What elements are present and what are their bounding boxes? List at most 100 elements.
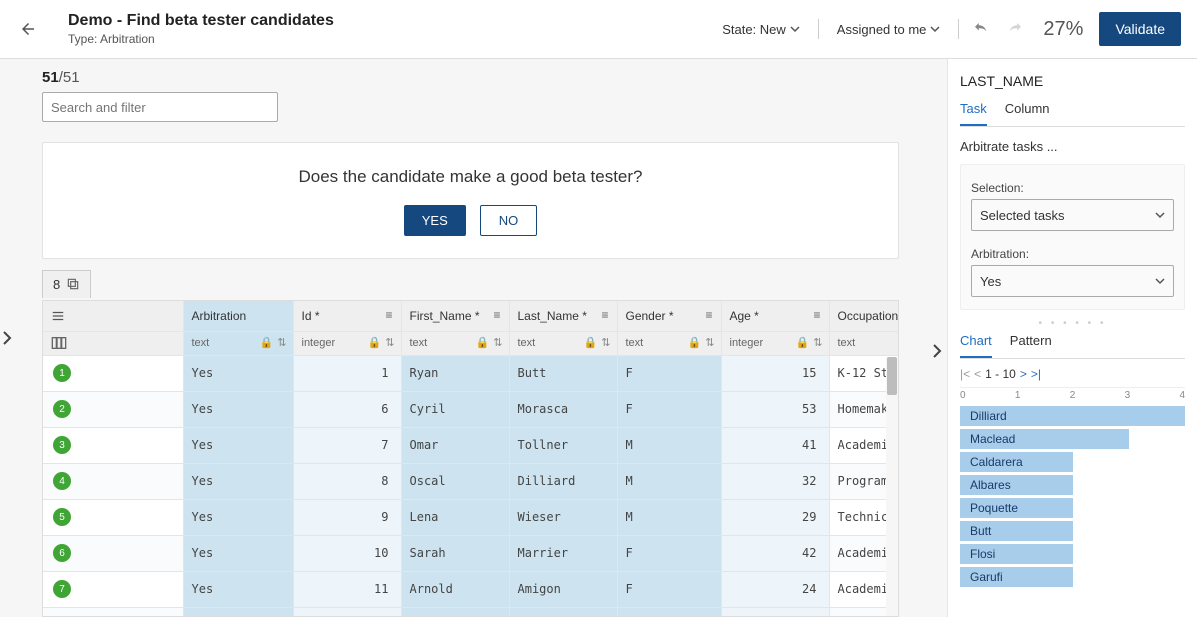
record-count: 51/51	[42, 69, 899, 86]
cell-id: 9	[293, 499, 401, 535]
chart-bar-label: Poquette	[960, 501, 1018, 515]
title-block: Demo - Find beta tester candidates Type:…	[56, 12, 714, 46]
col-type-first-name: text🔒⇅	[401, 331, 509, 355]
row-index-cell: 2	[43, 391, 183, 427]
chart-bar-row[interactable]: Flosi	[960, 543, 1185, 565]
cell-last-name: Caldarera	[509, 607, 617, 617]
arrow-left-icon	[19, 20, 37, 38]
vertical-scrollbar[interactable]	[886, 357, 898, 616]
table-row[interactable]: 5Yes9LenaWieserM29Technica	[43, 499, 899, 535]
chart-bar-row[interactable]: Dilliard	[960, 405, 1185, 427]
table-row[interactable]: 6Yes10SarahMarrierF42Academic	[43, 535, 899, 571]
columns-icon[interactable]	[51, 336, 67, 350]
cell-gender: F	[617, 391, 721, 427]
chart-bar-row[interactable]: Albares	[960, 474, 1185, 496]
arbitration-dropdown[interactable]: Yes	[971, 265, 1174, 297]
chart-bar-row[interactable]: Butt	[960, 520, 1185, 542]
sort-icon[interactable]: ⇅	[705, 336, 714, 349]
cell-gender: M	[617, 463, 721, 499]
cell-last-name: Marrier	[509, 535, 617, 571]
state-dropdown[interactable]: State: New	[714, 22, 808, 37]
cell-age: 45	[721, 607, 829, 617]
chart-bar-row[interactable]: Caldarera	[960, 451, 1185, 473]
search-input[interactable]	[42, 92, 278, 122]
col-header-first-name[interactable]: First_Name *≡	[401, 301, 509, 331]
row-badge: 4	[53, 472, 71, 490]
chart-bar-row[interactable]: Garufi	[960, 566, 1185, 588]
row-index-cell: 4	[43, 463, 183, 499]
selection-dropdown[interactable]: Selected tasks	[971, 199, 1174, 231]
expand-right-button[interactable]	[932, 344, 942, 358]
data-table: Arbitration Id *≡ First_Name *≡ Last_Nam…	[43, 301, 899, 617]
tab-selected-count[interactable]: 8	[42, 270, 91, 298]
drag-handle[interactable]: • • • • • •	[960, 318, 1185, 329]
page-first-button[interactable]: |<	[960, 367, 970, 381]
col-type-last-name: text🔒⇅	[509, 331, 617, 355]
column-menu-icon[interactable]: ≡	[385, 308, 392, 322]
selection-label: Selection:	[971, 181, 1174, 195]
progress-percent: 27%	[1037, 18, 1089, 41]
col-header-id[interactable]: Id *≡	[293, 301, 401, 331]
page-prev-button[interactable]: <	[974, 367, 981, 381]
tab-column[interactable]: Column	[1005, 101, 1050, 126]
chart-bar-row[interactable]: Maclead	[960, 428, 1185, 450]
column-menu-icon[interactable]: ≡	[813, 308, 820, 322]
answer-no-button[interactable]: NO	[480, 205, 538, 236]
table-row[interactable]: 8Yes13AmadeusCaldareraM45Academic	[43, 607, 899, 617]
table-row[interactable]: 2Yes6CyrilMorascaF53Homemake	[43, 391, 899, 427]
cell-last-name: Wieser	[509, 499, 617, 535]
scrollbar-thumb[interactable]	[887, 357, 897, 395]
col-header-last-name[interactable]: Last_Name *≡	[509, 301, 617, 331]
page-last-button[interactable]: >|	[1031, 367, 1041, 381]
side-panel: LAST_NAME Task Column Arbitrate tasks ..…	[947, 59, 1197, 617]
sort-icon[interactable]: ⇅	[493, 336, 502, 349]
undo-button[interactable]	[969, 20, 993, 38]
row-badge: 3	[53, 436, 71, 454]
table-row[interactable]: 4Yes8OscalDilliardM32Programm	[43, 463, 899, 499]
cell-first-name: Amadeus	[401, 607, 509, 617]
cell-last-name: Dilliard	[509, 463, 617, 499]
table-row[interactable]: 7Yes11ArnoldAmigonF24Academic	[43, 571, 899, 607]
undo-icon	[972, 20, 990, 38]
cell-age: 53	[721, 391, 829, 427]
tab-task[interactable]: Task	[960, 101, 987, 126]
col-header-gender[interactable]: Gender *≡	[617, 301, 721, 331]
column-menu-icon[interactable]: ≡	[601, 308, 608, 322]
table-row[interactable]: 3Yes7OmarTollnerM41Academic	[43, 427, 899, 463]
lock-icon: 🔒	[584, 336, 598, 349]
chart-bar-row[interactable]: Poquette	[960, 497, 1185, 519]
sort-icon[interactable]: ⇅	[601, 336, 610, 349]
cell-last-name: Butt	[509, 355, 617, 391]
sort-icon[interactable]: ⇅	[813, 336, 822, 349]
expand-left-button[interactable]	[2, 331, 12, 345]
cell-last-name: Amigon	[509, 571, 617, 607]
column-menu-icon[interactable]: ≡	[705, 308, 712, 322]
subtab-pattern[interactable]: Pattern	[1010, 333, 1052, 358]
col-header-age[interactable]: Age *≡	[721, 301, 829, 331]
cell-arbitration: Yes	[183, 571, 293, 607]
col-header-arbitration[interactable]: Arbitration	[183, 301, 293, 331]
page-next-button[interactable]: >	[1020, 367, 1027, 381]
row-index-cell: 7	[43, 571, 183, 607]
right-gutter	[927, 59, 947, 617]
col-header-index[interactable]	[43, 301, 183, 331]
cell-gender: F	[617, 355, 721, 391]
row-index-cell: 1	[43, 355, 183, 391]
cell-last-name: Morasca	[509, 391, 617, 427]
sort-icon[interactable]: ⇅	[385, 336, 394, 349]
separator	[818, 19, 819, 39]
table-row[interactable]: 1Yes1RyanButtF15K-12 Stu	[43, 355, 899, 391]
cell-id: 1	[293, 355, 401, 391]
back-button[interactable]	[0, 0, 56, 59]
arbitration-label: Arbitration:	[971, 247, 1174, 261]
validate-button[interactable]: Validate	[1099, 12, 1181, 46]
bar-chart: 01234 DilliardMacleadCaldareraAlbaresPoq…	[960, 387, 1185, 589]
answer-yes-button[interactable]: YES	[404, 205, 466, 236]
subtab-chart[interactable]: Chart	[960, 333, 992, 358]
col-header-occupation[interactable]: Occupation	[829, 301, 899, 331]
column-menu-icon[interactable]: ≡	[493, 308, 500, 322]
sort-icon[interactable]: ⇅	[277, 336, 286, 349]
chevron-down-icon	[790, 24, 800, 34]
redo-button[interactable]	[1003, 20, 1027, 38]
assigned-dropdown[interactable]: Assigned to me	[829, 22, 949, 37]
